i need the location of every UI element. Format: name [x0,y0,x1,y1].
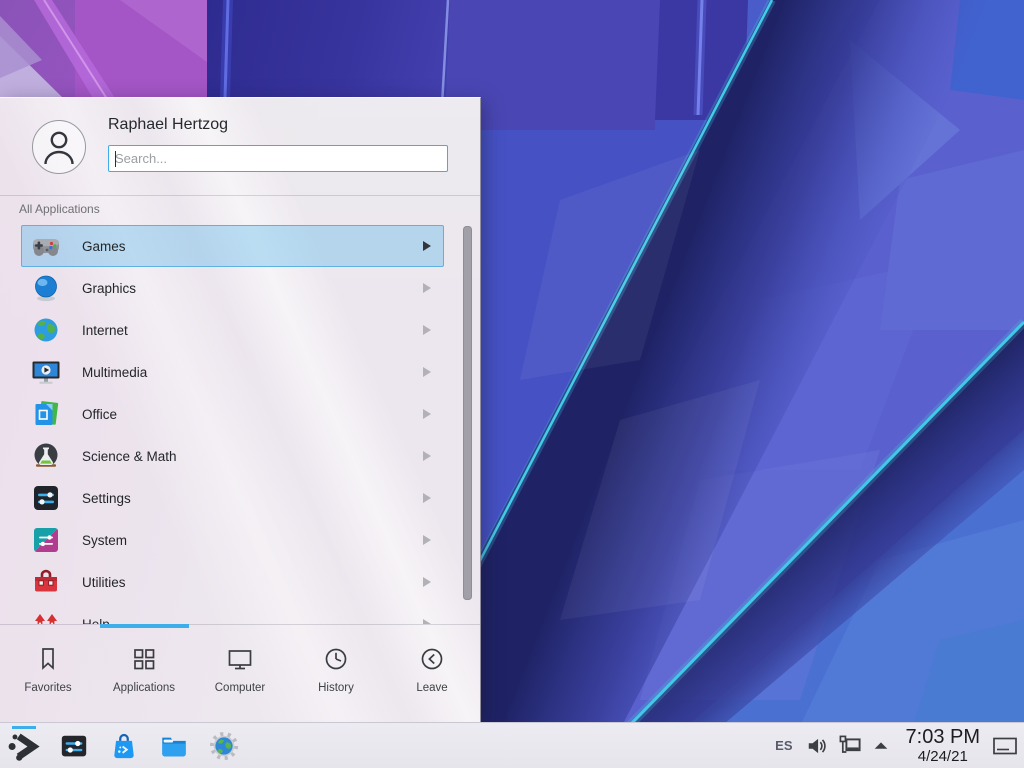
submenu-arrow-icon [423,451,431,461]
submenu-arrow-icon [423,493,431,503]
submenu-arrow-icon [423,577,431,587]
category-label: Games [82,239,423,254]
submenu-arrow-icon [423,241,431,251]
application-launcher-menu: Raphael Hertzog All Applications Games Gr… [0,97,481,722]
taskbar-system-settings[interactable] [56,726,92,766]
active-task-indicator [12,726,36,729]
category-label: System [82,533,423,548]
category-row-office[interactable]: Office [21,393,444,435]
menu-header: Raphael Hertzog [0,98,480,195]
dolphin-icon [159,731,189,761]
category-list: Games Graphics Internet Multimedia Office Sci… [0,225,460,624]
tab-applications[interactable]: Applications [96,628,192,723]
settings-icon [30,482,62,514]
header-separator [0,195,480,196]
system-tray: ES 7:03 PM 4/24/21 [775,723,1024,768]
search-field[interactable] [108,145,448,172]
taskbar-panel: ES 7:03 PM 4/24/21 [0,722,1024,768]
text-caret [115,151,116,167]
show-desktop-button[interactable] [990,726,1020,766]
multimedia-icon [30,356,62,388]
category-label: Help [82,617,423,625]
tab-favorites[interactable]: Favorites [0,628,96,723]
graphics-icon [30,272,62,304]
category-label: Multimedia [82,365,423,380]
category-label: Internet [82,323,423,338]
category-row-graphics[interactable]: Graphics [21,267,444,309]
taskbar-discover[interactable] [106,726,142,766]
tab-history[interactable]: History [288,628,384,723]
clock-time: 7:03 PM [906,727,980,747]
category-row-games[interactable]: Games [21,225,444,267]
category-label: Science & Math [82,449,423,464]
volume-icon[interactable] [806,735,828,757]
keyboard-layout-indicator[interactable]: ES [775,738,792,753]
category-label: Graphics [82,281,423,296]
computer-icon [226,645,254,673]
expand-tray-caret-icon[interactable] [872,737,890,755]
user-icon [33,121,85,173]
tabbar-separator [0,624,480,625]
system-icon [30,524,62,556]
taskbar-file-manager[interactable] [156,726,192,766]
taskbar-launchers [6,723,242,768]
submenu-arrow-icon [423,367,431,377]
tab-bar: Favorites Applications Computer History Leav… [0,628,480,723]
tab-label: Leave [416,682,447,694]
category-label: Utilities [82,575,423,590]
taskbar-web-browser[interactable] [206,726,242,766]
utilities-icon [30,566,62,598]
category-row-settings[interactable]: Settings [21,477,444,519]
applications-icon [130,645,158,673]
digital-clock[interactable]: 7:03 PM 4/24/21 [906,727,980,764]
globe-gear-icon [209,731,239,761]
tab-leave[interactable]: Leave [384,628,480,723]
tab-label: Applications [113,682,175,694]
submenu-arrow-icon [423,325,431,335]
discover-icon [109,731,139,761]
category-row-multimedia[interactable]: Multimedia [21,351,444,393]
category-row-utilities[interactable]: Utilities [21,561,444,603]
help-icon [30,608,62,624]
internet-icon [30,314,62,346]
science-icon [30,440,62,472]
office-icon [30,398,62,430]
tab-label: Favorites [24,682,71,694]
favorites-icon [34,645,62,673]
category-label: Office [82,407,423,422]
category-label: Settings [82,491,423,506]
category-row-internet[interactable]: Internet [21,309,444,351]
submenu-arrow-icon [423,535,431,545]
systemsettings-icon [59,731,89,761]
category-row-science-math[interactable]: Science & Math [21,435,444,477]
submenu-arrow-icon [423,409,431,419]
user-avatar[interactable] [32,120,86,174]
tab-label: History [318,682,354,694]
history-icon [322,645,350,673]
tab-label: Computer [215,682,266,694]
section-label: All Applications [19,202,100,216]
scrollbar-thumb[interactable] [463,226,472,600]
leave-icon [418,645,446,673]
category-row-system[interactable]: System [21,519,444,561]
kde-launcher-icon [7,729,41,763]
submenu-arrow-icon [423,283,431,293]
taskbar-app-launcher[interactable] [6,726,42,766]
tab-computer[interactable]: Computer [192,628,288,723]
category-row-help[interactable]: Help [21,603,444,624]
games-icon [30,230,62,262]
network-icon[interactable] [838,734,862,758]
search-input[interactable] [109,146,447,171]
user-name: Raphael Hertzog [108,116,228,134]
clock-date: 4/24/21 [918,749,968,764]
